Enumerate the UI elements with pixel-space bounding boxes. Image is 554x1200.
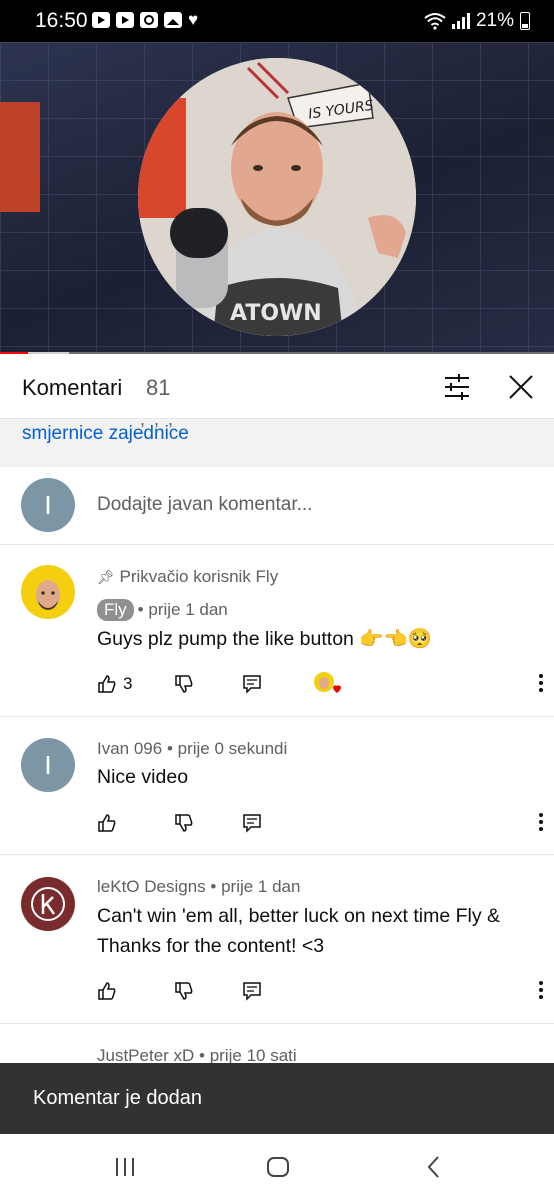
comment-avatar[interactable] bbox=[21, 877, 75, 931]
comment-actions: 3 bbox=[97, 672, 543, 696]
add-comment-input[interactable]: Dodajte javan komentar... bbox=[97, 494, 312, 516]
dislike-icon bbox=[175, 982, 193, 1000]
like-button[interactable] bbox=[97, 979, 117, 1003]
comment-author[interactable]: Ivan 096 bbox=[97, 739, 162, 758]
comment-time: prije 1 dan bbox=[221, 877, 301, 896]
wifi-icon bbox=[424, 13, 446, 30]
comment-text: Guys plz pump the like button 👉👈🥺 bbox=[97, 628, 433, 650]
comments-title: Komentari bbox=[22, 375, 123, 400]
comments-count: 81 bbox=[146, 375, 171, 400]
heart-badge-icon bbox=[314, 672, 341, 693]
toast-message: Komentar je dodan bbox=[33, 1087, 203, 1109]
like-count: 3 bbox=[123, 674, 133, 693]
comment-item: 📌︎ Prikvačio korisnik Fly Fly • prije 1 d… bbox=[0, 545, 554, 717]
dislike-button[interactable] bbox=[174, 672, 194, 696]
hoodie-print: ATOWN bbox=[230, 301, 322, 326]
comment-meta: leKtO Designs • prije 1 dan bbox=[97, 877, 301, 896]
youtube-notification-icon bbox=[92, 12, 110, 28]
more-icon[interactable] bbox=[537, 979, 545, 1001]
snackbar-toast: Komentar je dodan bbox=[0, 1063, 554, 1134]
reply-button[interactable] bbox=[242, 672, 262, 696]
battery-icon bbox=[520, 12, 530, 30]
dislike-button[interactable] bbox=[174, 979, 194, 1003]
comment-time: prije 0 sekundi bbox=[177, 739, 288, 758]
dislike-button[interactable] bbox=[174, 811, 194, 835]
comment-meta: Ivan 096 • prije 0 sekundi bbox=[97, 739, 288, 758]
streamer-image: IS YOURS ATOWN bbox=[138, 58, 416, 336]
reply-icon bbox=[243, 982, 261, 1001]
like-icon bbox=[98, 814, 116, 832]
reply-icon bbox=[243, 814, 261, 833]
comment-avatar[interactable] bbox=[21, 565, 75, 619]
more-icon[interactable] bbox=[537, 811, 545, 833]
notification-icons: ♥ bbox=[92, 10, 199, 29]
pinned-label: 📌︎ Prikvačio korisnik Fly bbox=[97, 567, 278, 587]
video-player[interactable]: IS YOURS ATOWN bbox=[0, 42, 554, 354]
video-background-shape bbox=[0, 102, 40, 212]
dislike-icon bbox=[175, 814, 193, 832]
app-notification-icon bbox=[140, 12, 158, 28]
home-icon[interactable] bbox=[265, 1154, 291, 1180]
youtube-notification-icon bbox=[116, 12, 134, 28]
reply-icon bbox=[243, 675, 261, 694]
battery-percent: 21% bbox=[475, 10, 514, 31]
like-icon bbox=[98, 982, 116, 1000]
creator-heart-badge bbox=[313, 672, 343, 696]
comment-time: prije 1 dan bbox=[148, 600, 228, 619]
add-comment-row[interactable]: I Dodajte javan komentar... bbox=[0, 468, 554, 545]
video-played bbox=[0, 352, 28, 354]
avatar-face-icon bbox=[36, 580, 60, 610]
like-button[interactable] bbox=[97, 811, 117, 835]
more-icon[interactable] bbox=[537, 672, 545, 694]
guidelines-banner: , , , smjernice zajednice bbox=[0, 409, 554, 467]
user-avatar: I bbox=[21, 478, 75, 532]
reply-button[interactable] bbox=[242, 979, 262, 1003]
comment-avatar[interactable]: I bbox=[21, 738, 75, 792]
system-nav-bar bbox=[0, 1134, 554, 1200]
comment-author[interactable]: leKtO Designs bbox=[97, 877, 206, 896]
author-chip[interactable]: Fly bbox=[97, 599, 134, 621]
heart-notification-icon: ♥ bbox=[188, 10, 199, 29]
comment-item: leKtO Designs • prije 1 dan Can't win 'e… bbox=[0, 855, 554, 1024]
close-icon[interactable] bbox=[507, 373, 535, 401]
signal-icon bbox=[451, 13, 470, 29]
filter-icon[interactable] bbox=[443, 374, 471, 400]
comment-meta: Fly • prije 1 dan bbox=[97, 599, 228, 621]
comment-item: I Ivan 096 • prije 0 sekundi Nice video bbox=[0, 717, 554, 855]
back-icon[interactable] bbox=[421, 1154, 447, 1180]
pinned-text: Prikvačio korisnik Fly bbox=[119, 567, 279, 586]
comment-text: Can't win 'em all, better luck on next t… bbox=[97, 905, 501, 957]
status-time: 16:50 bbox=[35, 9, 88, 32]
like-icon bbox=[98, 675, 116, 693]
community-guidelines-link[interactable]: smjernice zajednice bbox=[22, 423, 189, 445]
lekto-logo-icon bbox=[31, 887, 65, 921]
pin-icon: 📌︎ bbox=[97, 569, 115, 585]
gallery-notification-icon bbox=[164, 12, 182, 28]
comment-actions bbox=[97, 811, 543, 835]
comment-actions bbox=[97, 979, 543, 1003]
status-bar: 16:50 ♥ 21% bbox=[0, 0, 554, 42]
like-button[interactable]: 3 bbox=[97, 672, 132, 696]
comment-text: Nice video bbox=[97, 766, 189, 788]
recent-apps-icon[interactable] bbox=[112, 1154, 138, 1180]
video-progress-bar[interactable] bbox=[0, 352, 554, 354]
dislike-icon bbox=[175, 675, 193, 693]
reply-button[interactable] bbox=[242, 811, 262, 835]
webcam-overlay: IS YOURS ATOWN bbox=[138, 58, 416, 336]
status-right: 21% bbox=[424, 10, 530, 32]
